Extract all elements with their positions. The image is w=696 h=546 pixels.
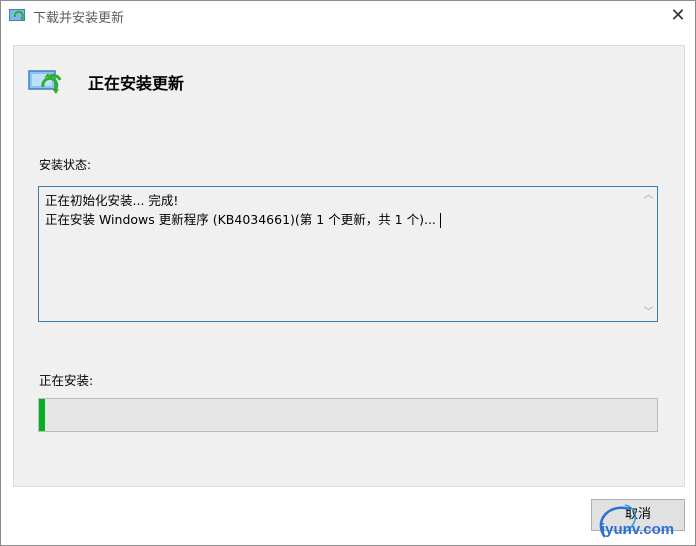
install-status-label: 安装状态: xyxy=(39,158,92,172)
scroll-down-icon[interactable]: ﹀ xyxy=(640,304,657,321)
page-title: 正在安装更新 xyxy=(88,74,185,93)
log-line: 正在初始化安装... 完成! xyxy=(45,193,179,208)
log-line: 正在安装 Windows 更新程序 (KB4034661)(第 1 个更新，共 … xyxy=(45,209,441,228)
windows-update-icon xyxy=(9,8,27,24)
cancel-button[interactable]: 取消 xyxy=(591,499,685,531)
windows-update-icon xyxy=(28,68,66,96)
vertical-scrollbar[interactable]: ︿ ﹀ xyxy=(640,187,657,321)
install-progress-bar xyxy=(38,398,658,432)
install-log-textbox[interactable]: 正在初始化安装... 完成! 正在安装 Windows 更新程序 (KB4034… xyxy=(38,186,658,322)
update-dialog-window: 下载并安装更新 ✕ 正在安装更新 安装状态: 正在初始化安装... 完成! 正在… xyxy=(0,0,696,546)
log-line-text: 正在安装 Windows 更新程序 (KB4034661)(第 1 个更新，共 … xyxy=(45,212,436,227)
text-caret xyxy=(439,213,441,228)
title-bar[interactable]: 下载并安装更新 ✕ xyxy=(1,1,695,31)
progress-fill xyxy=(39,399,45,431)
close-icon[interactable]: ✕ xyxy=(667,5,689,27)
dialog-content: 正在安装更新 安装状态: 正在初始化安装... 完成! 正在安装 Windows… xyxy=(13,45,685,487)
installing-label: 正在安装: xyxy=(39,373,94,388)
scroll-up-icon[interactable]: ︿ xyxy=(640,187,657,204)
window-title: 下载并安装更新 xyxy=(33,11,125,26)
